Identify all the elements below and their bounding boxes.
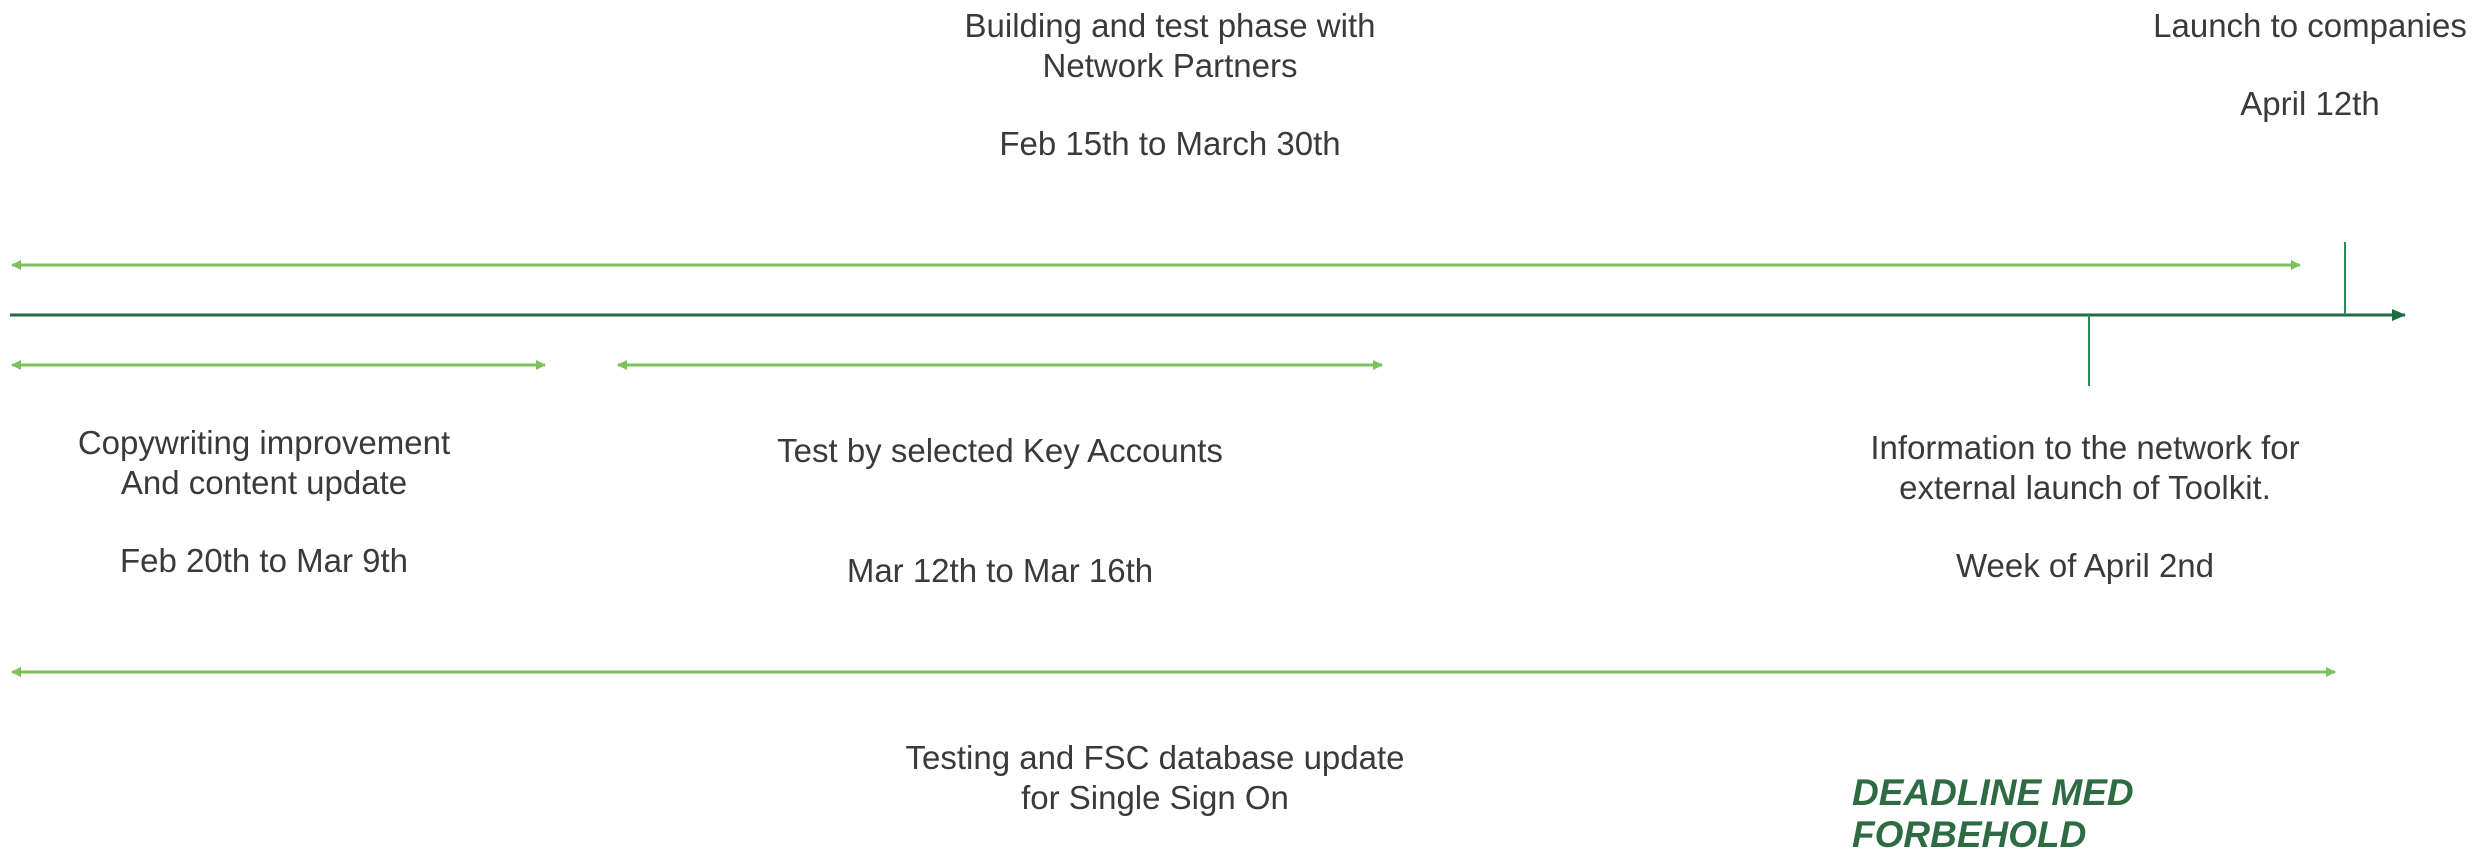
key-accounts-title: Test by selected Key Accounts xyxy=(777,432,1223,469)
building-phase-title-line2: Network Partners xyxy=(1042,47,1298,84)
key-accounts-label: Test by selected Key Accounts Mar 12th t… xyxy=(740,431,1260,591)
copywriting-dates: Feb 20th to Mar 9th xyxy=(120,542,408,579)
copywriting-label: Copywriting improvement And content upda… xyxy=(54,423,474,581)
building-phase-label: Building and test phase with Network Par… xyxy=(920,6,1420,164)
deadline-line2: FORBEHOLD xyxy=(1852,814,2087,855)
network-info-title-line1: Information to the network for xyxy=(1870,429,2300,466)
launch-label: Launch to companies April 12th xyxy=(2140,6,2480,124)
network-info-label: Information to the network for external … xyxy=(1835,428,2335,586)
launch-title: Launch to companies xyxy=(2153,7,2467,44)
sso-title-line1: Testing and FSC database update xyxy=(905,739,1405,776)
sso-label: Testing and FSC database update for Sing… xyxy=(875,738,1435,818)
deadline-note: DEADLINE MED FORBEHOLD xyxy=(1852,772,2134,856)
sso-title-line2: for Single Sign On xyxy=(1021,779,1289,816)
deadline-line1: DEADLINE MED xyxy=(1852,772,2134,813)
copywriting-title-line1: Copywriting improvement xyxy=(77,424,451,461)
copywriting-title-line2: And content update xyxy=(120,464,408,501)
building-phase-title-line1: Building and test phase with xyxy=(964,7,1376,44)
building-phase-dates: Feb 15th to March 30th xyxy=(999,125,1341,162)
network-info-title-line2: external launch of Toolkit. xyxy=(1899,469,2271,506)
launch-date: April 12th xyxy=(2240,85,2380,122)
key-accounts-dates: Mar 12th to Mar 16th xyxy=(846,552,1154,589)
network-info-date: Week of April 2nd xyxy=(1955,547,2215,584)
